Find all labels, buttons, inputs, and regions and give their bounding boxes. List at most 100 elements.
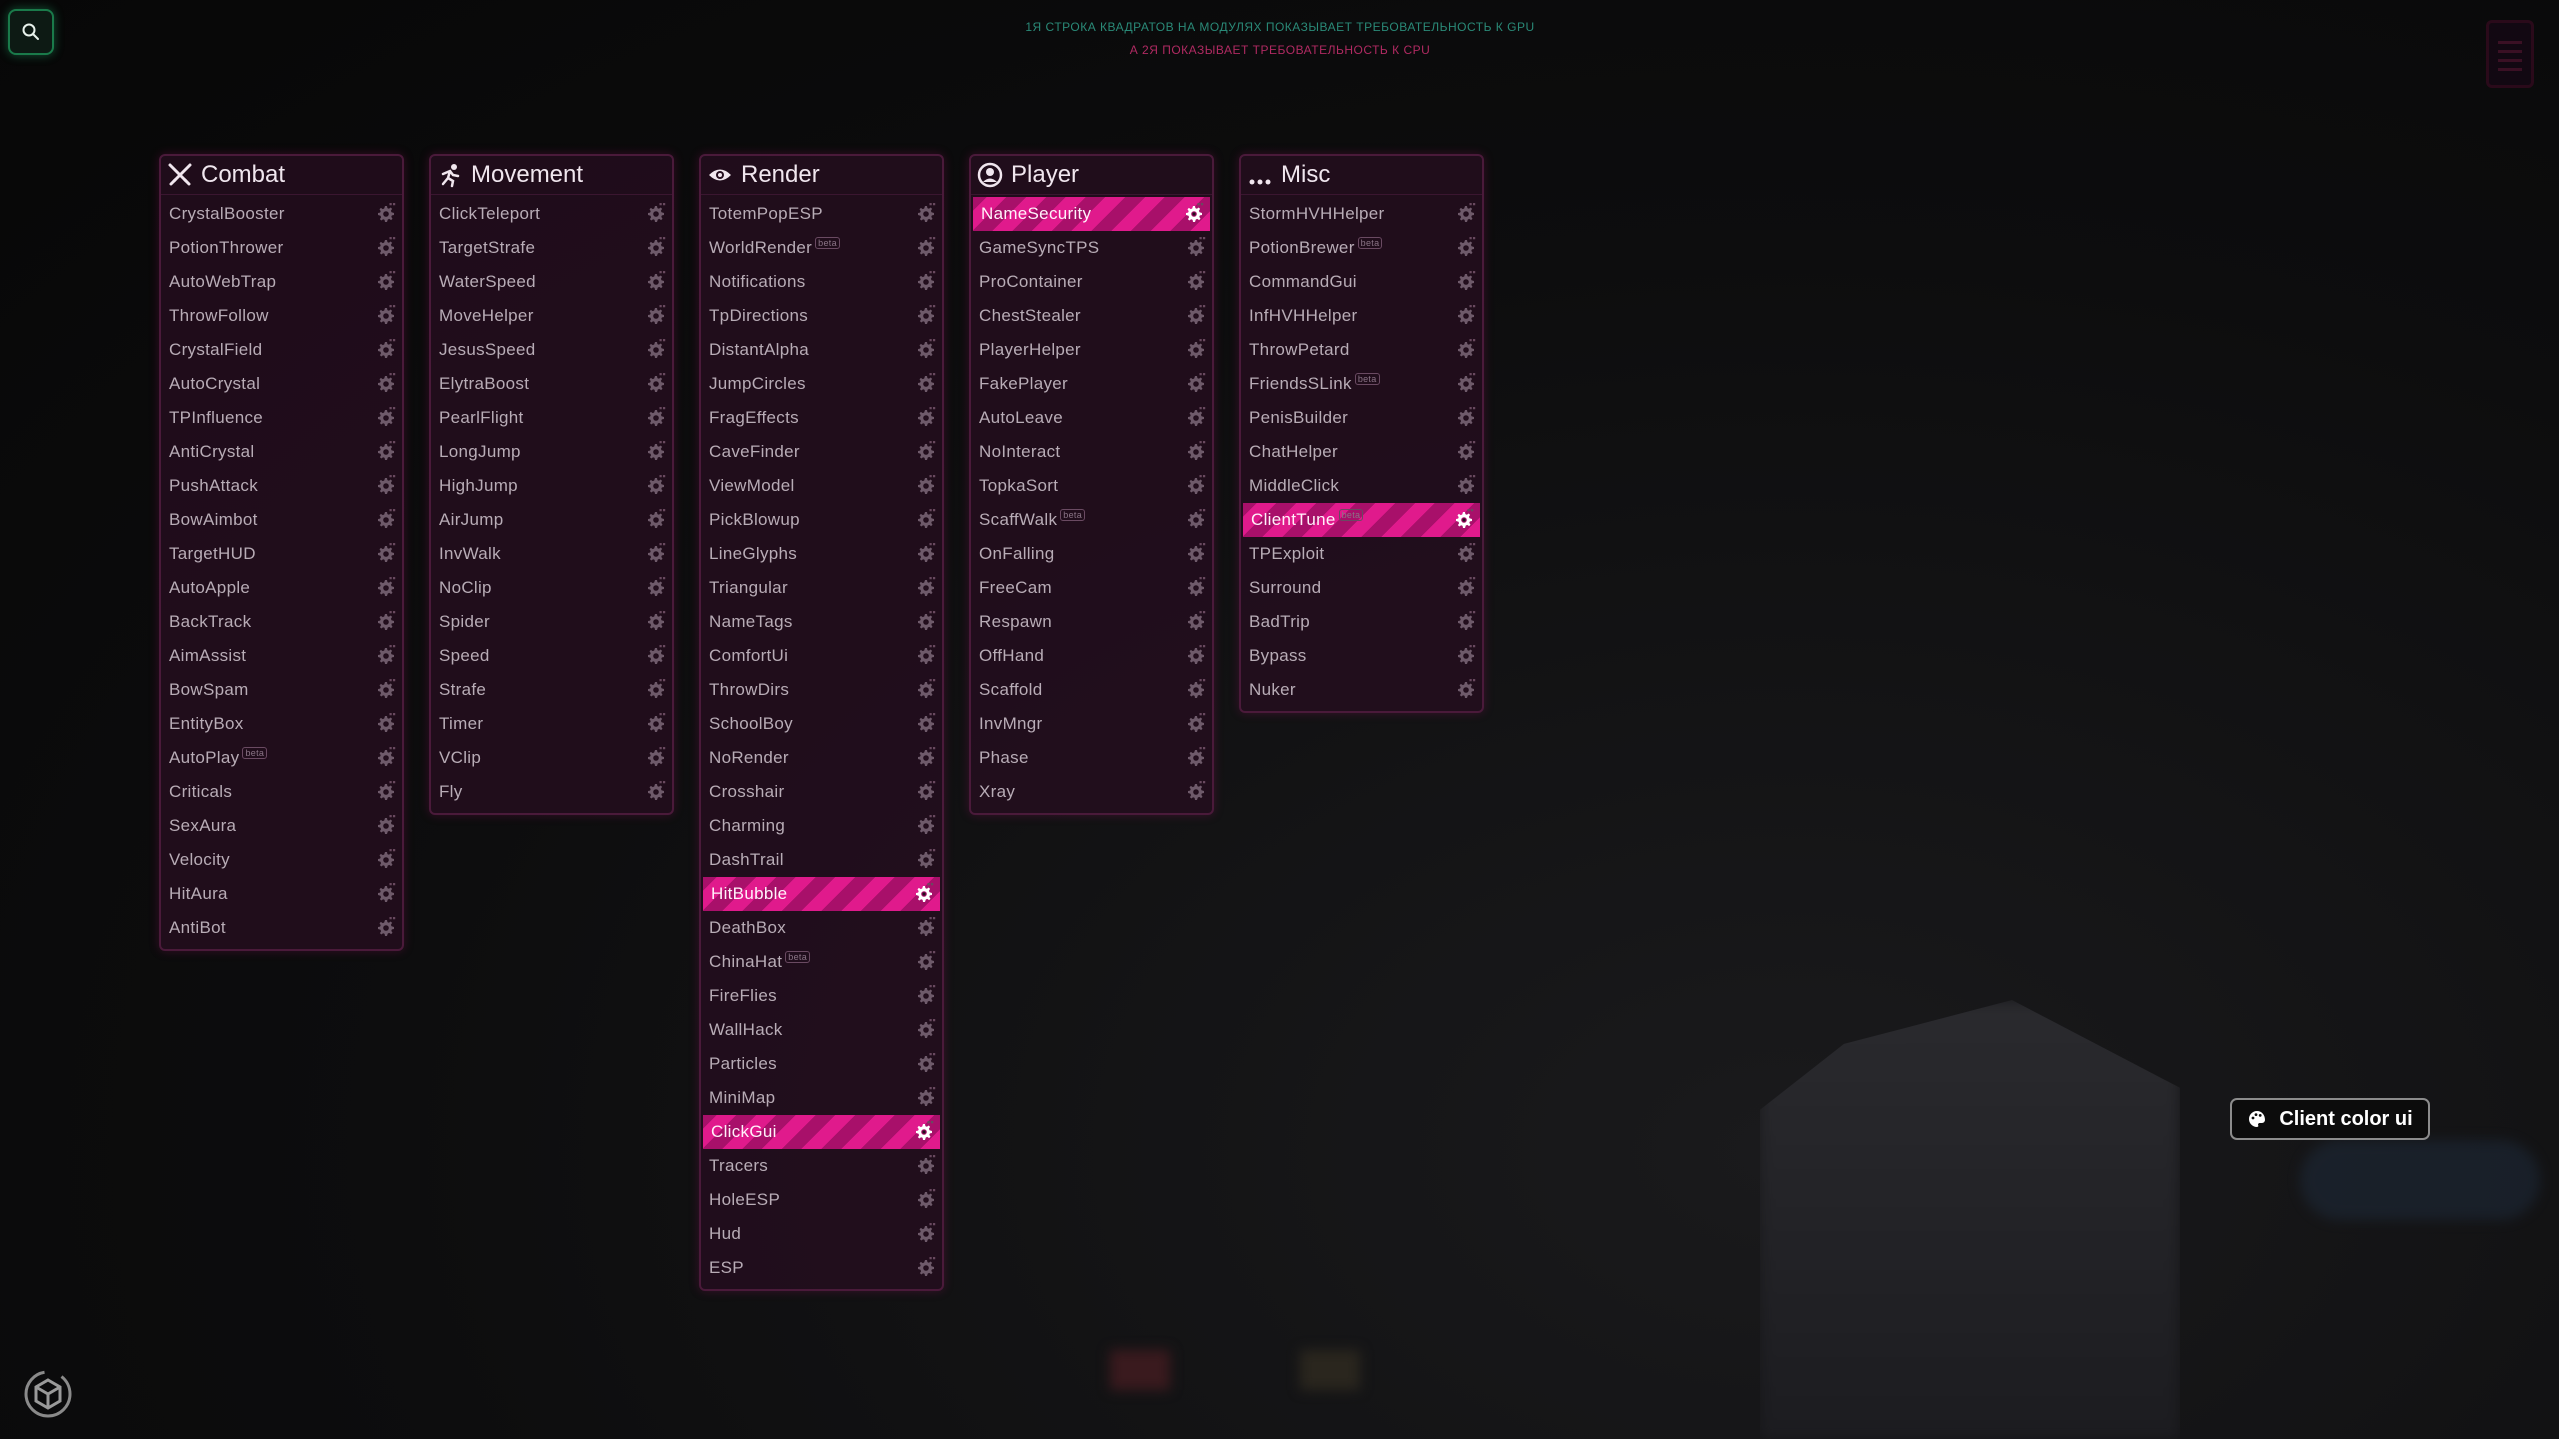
gear-icon[interactable] xyxy=(648,410,664,426)
module-item[interactable]: TopkaSort ▪▪ xyxy=(971,469,1212,503)
module-item[interactable]: CommandGui ▪▪ xyxy=(1241,265,1482,299)
module-item[interactable]: Phase ▪▪ xyxy=(971,741,1212,775)
panel-header[interactable]: Misc xyxy=(1241,156,1482,195)
gear-icon[interactable] xyxy=(918,206,934,222)
gear-icon[interactable] xyxy=(918,376,934,392)
gear-icon[interactable] xyxy=(918,1192,934,1208)
module-item[interactable]: ViewModel ▪▪ xyxy=(701,469,942,503)
gear-icon[interactable] xyxy=(378,546,394,562)
module-item[interactable]: BadTrip ▪▪ xyxy=(1241,605,1482,639)
module-item[interactable]: ElytraBoost ▪▪ xyxy=(431,367,672,401)
module-item[interactable]: InfHVHHelper ▪▪ xyxy=(1241,299,1482,333)
module-item[interactable]: ProContainer ▪▪ xyxy=(971,265,1212,299)
module-item[interactable]: JumpCircles ▪▪ xyxy=(701,367,942,401)
panel-header[interactable]: Render xyxy=(701,156,942,195)
module-item[interactable]: DeathBox ▪▪ xyxy=(701,911,942,945)
gear-icon[interactable] xyxy=(1188,750,1204,766)
module-item[interactable]: TargetHUD ▪▪ xyxy=(161,537,402,571)
gear-icon[interactable] xyxy=(918,988,934,1004)
module-item[interactable]: FragEffects ▪▪ xyxy=(701,401,942,435)
module-item[interactable]: Speed ▪▪ xyxy=(431,639,672,673)
gear-icon[interactable] xyxy=(378,410,394,426)
gear-icon[interactable] xyxy=(916,1124,932,1140)
gear-icon[interactable] xyxy=(648,342,664,358)
module-item[interactable]: Timer ▪▪ xyxy=(431,707,672,741)
module-item[interactable]: ThrowPetard ▪▪ xyxy=(1241,333,1482,367)
module-item[interactable]: ThrowDirs ▪▪ xyxy=(701,673,942,707)
gear-icon[interactable] xyxy=(378,920,394,936)
module-item[interactable]: MiddleClick ▪▪ xyxy=(1241,469,1482,503)
gear-icon[interactable] xyxy=(918,614,934,630)
gear-icon[interactable] xyxy=(378,240,394,256)
module-item[interactable]: MoveHelper ▪▪ xyxy=(431,299,672,333)
gear-icon[interactable] xyxy=(918,716,934,732)
module-item[interactable]: JesusSpeed ▪▪ xyxy=(431,333,672,367)
module-item[interactable]: ThrowFollow ▪▪ xyxy=(161,299,402,333)
module-item[interactable]: AutoCrystal ▪▪ xyxy=(161,367,402,401)
gear-icon[interactable] xyxy=(378,512,394,528)
module-item[interactable]: Nuker ▪▪ xyxy=(1241,673,1482,707)
gear-icon[interactable] xyxy=(1458,682,1474,698)
module-item[interactable]: Charming ▪▪ xyxy=(701,809,942,843)
module-item[interactable]: AirJump ▪▪ xyxy=(431,503,672,537)
gear-icon[interactable] xyxy=(648,206,664,222)
module-item[interactable]: DashTrail ▪▪ xyxy=(701,843,942,877)
module-item[interactable]: FriendsSLink beta ▪▪ xyxy=(1241,367,1482,401)
gear-icon[interactable] xyxy=(378,206,394,222)
module-item[interactable]: PlayerHelper ▪▪ xyxy=(971,333,1212,367)
gear-icon[interactable] xyxy=(916,886,932,902)
module-item[interactable]: ClickGui ▪▪ xyxy=(703,1115,940,1149)
gear-icon[interactable] xyxy=(378,648,394,664)
module-item[interactable]: Criticals ▪▪ xyxy=(161,775,402,809)
gear-icon[interactable] xyxy=(1188,478,1204,494)
gear-icon[interactable] xyxy=(918,512,934,528)
gear-icon[interactable] xyxy=(648,682,664,698)
module-item[interactable]: ESP ▪▪ xyxy=(701,1251,942,1285)
gear-icon[interactable] xyxy=(648,716,664,732)
gear-icon[interactable] xyxy=(1458,648,1474,664)
module-item[interactable]: VClip ▪▪ xyxy=(431,741,672,775)
module-item[interactable]: FireFlies ▪▪ xyxy=(701,979,942,1013)
module-item[interactable]: ChinaHat beta ▪▪ xyxy=(701,945,942,979)
module-item[interactable]: ScaffWalk beta ▪▪ xyxy=(971,503,1212,537)
gear-icon[interactable] xyxy=(918,1226,934,1242)
gear-icon[interactable] xyxy=(378,716,394,732)
gear-icon[interactable] xyxy=(378,478,394,494)
module-item[interactable]: AutoWebTrap ▪▪ xyxy=(161,265,402,299)
module-item[interactable]: BowSpam ▪▪ xyxy=(161,673,402,707)
gear-icon[interactable] xyxy=(1188,240,1204,256)
gear-icon[interactable] xyxy=(378,818,394,834)
gear-icon[interactable] xyxy=(378,580,394,596)
module-item[interactable]: HitAura ▪▪ xyxy=(161,877,402,911)
module-item[interactable]: Strafe ▪▪ xyxy=(431,673,672,707)
gear-icon[interactable] xyxy=(378,784,394,800)
module-item[interactable]: AutoApple ▪▪ xyxy=(161,571,402,605)
gear-icon[interactable] xyxy=(918,410,934,426)
gear-icon[interactable] xyxy=(918,274,934,290)
gear-icon[interactable] xyxy=(1188,410,1204,426)
module-item[interactable]: Triangular ▪▪ xyxy=(701,571,942,605)
module-item[interactable]: ChestStealer ▪▪ xyxy=(971,299,1212,333)
search-button[interactable] xyxy=(8,9,54,55)
gear-icon[interactable] xyxy=(918,682,934,698)
gear-icon[interactable] xyxy=(918,1022,934,1038)
module-item[interactable]: Surround ▪▪ xyxy=(1241,571,1482,605)
gear-icon[interactable] xyxy=(648,614,664,630)
module-item[interactable]: ClientTune beta ▪▪ xyxy=(1243,503,1480,537)
module-item[interactable]: PotionThrower ▪▪ xyxy=(161,231,402,265)
gear-icon[interactable] xyxy=(378,852,394,868)
gear-icon[interactable] xyxy=(918,648,934,664)
module-item[interactable]: ClickTeleport ▪▪ xyxy=(431,197,672,231)
module-item[interactable]: Fly ▪▪ xyxy=(431,775,672,809)
module-item[interactable]: PenisBuilder ▪▪ xyxy=(1241,401,1482,435)
gear-icon[interactable] xyxy=(1188,444,1204,460)
gear-icon[interactable] xyxy=(378,886,394,902)
module-item[interactable]: CaveFinder ▪▪ xyxy=(701,435,942,469)
module-item[interactable]: TotemPopESP ▪▪ xyxy=(701,197,942,231)
module-item[interactable]: NameTags ▪▪ xyxy=(701,605,942,639)
gear-icon[interactable] xyxy=(1188,546,1204,562)
gear-icon[interactable] xyxy=(648,240,664,256)
gear-icon[interactable] xyxy=(1458,274,1474,290)
module-item[interactable]: AntiCrystal ▪▪ xyxy=(161,435,402,469)
module-item[interactable]: FreeCam ▪▪ xyxy=(971,571,1212,605)
